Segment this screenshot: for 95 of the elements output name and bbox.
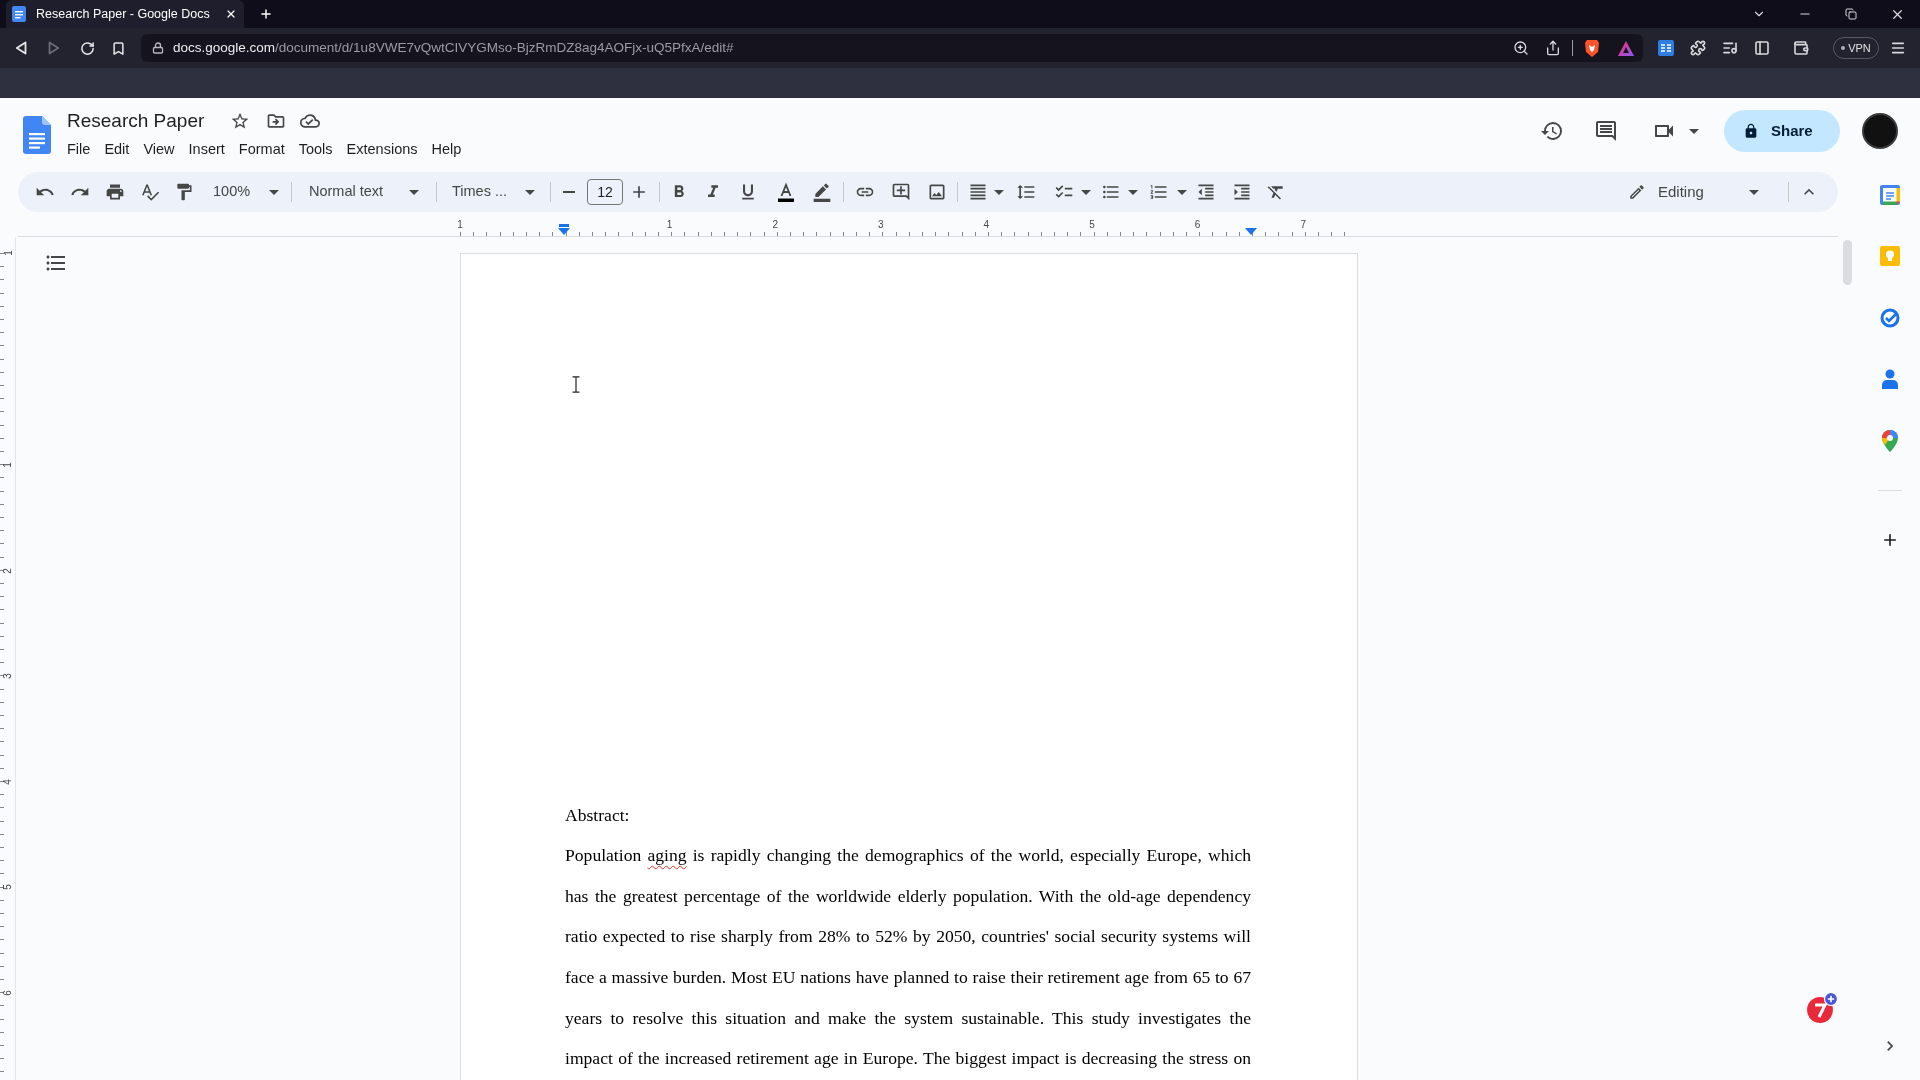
indent-decrease-icon (1196, 182, 1216, 202)
ruler-number: 4 (1, 779, 14, 785)
ruler-number: 2 (1, 567, 14, 574)
align-icon (968, 182, 988, 202)
section-heading: Abstract: (565, 803, 631, 827)
font-size-field[interactable]: 12 (587, 179, 623, 205)
print-icon (105, 182, 125, 202)
menu-item[interactable]: Format (231, 138, 292, 162)
cloud-icon[interactable] (300, 111, 321, 131)
playlist-icon[interactable] (1722, 40, 1738, 56)
document-logo-icon[interactable] (23, 116, 51, 154)
menu-item[interactable]: View (136, 138, 182, 162)
caret-icon (1081, 189, 1091, 195)
caret-icon (994, 189, 1004, 195)
ruler-number: 2 (771, 218, 779, 231)
image-icon (927, 182, 947, 202)
paint-roller-icon (174, 182, 194, 202)
address-field[interactable]: docs.google.com/document/d/1u8VWE7vQwtCIVYGMso-BjzRmDZ8ag4AOFjx-uQ5PfxA/edit# (141, 34, 1643, 62)
wallet-icon[interactable] (1793, 40, 1809, 56)
person-icon[interactable] (1882, 369, 1898, 389)
text-cursor-icon (572, 376, 580, 393)
sidebar-icon[interactable] (1754, 40, 1770, 56)
font-dropdown[interactable]: Times ... (444, 178, 539, 206)
triangle-icon[interactable] (1618, 40, 1634, 56)
numbered-list-icon (1149, 182, 1169, 202)
ruler-number: 5 (1088, 218, 1096, 231)
caret-icon (269, 189, 279, 195)
abstract-paragraph: Population aging is rapidly changing the demographics of the world, especially Europe, which has the greatest percentage of the worldwide elderly population. With the old-age dependency ratio expected to rise sharply from 28% to 52% by 2050, countries' social security systems will face a massive burden. Most EU nations have planned to raise their retirement age from 65 to 67 years to resolve this situation and make the system sustainable. This study investigates the impact of the increased retirement age in Europe. The biggest impact is decreasing the stress on (565, 844, 1251, 1071)
ruler-number: 1 (665, 218, 674, 231)
browser-tab[interactable]: Research Paper - Google Docs (6, 0, 244, 28)
folder-icon[interactable] (266, 111, 287, 131)
caret-icon (1177, 189, 1187, 195)
indent-marker-icon[interactable] (558, 224, 570, 235)
forward-arrow-icon (48, 41, 60, 55)
menu-item[interactable]: Insert (181, 138, 232, 162)
scrollbar-thumb[interactable] (1843, 240, 1852, 285)
text-color-icon (776, 182, 796, 202)
document-title[interactable]: Research Paper (67, 106, 205, 136)
task-check-icon[interactable] (1880, 308, 1900, 328)
caret-icon (1689, 128, 1699, 134)
caret-icon (525, 189, 535, 195)
map-pin-icon[interactable] (1882, 430, 1898, 452)
history-icon (1540, 119, 1564, 143)
avatar[interactable] (1862, 113, 1898, 149)
lock-icon (152, 42, 164, 54)
style-dropdown[interactable]: Normal text (301, 178, 424, 206)
ruler-number: 1 (1, 462, 14, 468)
line-spacing-icon (1016, 182, 1036, 202)
lock-icon (1743, 123, 1759, 139)
pencil-icon (1628, 183, 1646, 201)
menu-item[interactable]: Help (424, 138, 469, 162)
menu-item[interactable]: Extensions (339, 138, 425, 162)
add-icon[interactable] (1881, 531, 1899, 549)
close-icon[interactable] (225, 8, 237, 20)
caret-icon (409, 189, 419, 195)
new-tab-icon[interactable] (259, 7, 273, 21)
zoom-icon[interactable] (1513, 40, 1529, 56)
ruler-number: 1 (456, 218, 464, 231)
comment-icon (1594, 119, 1618, 143)
ruler-number: 6 (1, 990, 14, 996)
indent-increase-icon (1232, 182, 1252, 202)
dot-icon (1841, 46, 1846, 50)
calendar-icon[interactable] (1880, 185, 1900, 205)
share-icon[interactable] (1545, 40, 1561, 56)
minus-icon (563, 191, 575, 193)
ruler-number: 6 (1193, 218, 1202, 231)
restore-icon (1845, 8, 1857, 20)
ruler-number: 5 (1, 884, 14, 891)
highlighter-icon (812, 182, 832, 202)
ruler-number: 1 (1, 250, 14, 256)
menu-item[interactable]: Tools (291, 138, 340, 162)
document-favicon-icon (12, 6, 26, 22)
spellcheck-icon (140, 182, 160, 202)
share-button[interactable]: Share (1724, 110, 1840, 152)
grid-tile-icon[interactable] (1658, 40, 1674, 56)
back-arrow-icon (15, 41, 27, 55)
reload-icon (79, 40, 95, 56)
menu-icon[interactable] (1890, 40, 1906, 56)
ruler-number: 3 (1, 673, 14, 679)
editing-mode-dropdown[interactable]: Editing (1625, 178, 1766, 206)
round-badge-icon[interactable] (1806, 992, 1838, 1024)
url-text: docs.google.com/document/d/1u8VWE7vQwtCIVYGMso-BjzRmDZ8ag4AOFjx-uQ5PfxA/edit# (173, 38, 734, 57)
puzzle-icon[interactable] (1690, 40, 1706, 56)
zoom-dropdown[interactable]: 100% (205, 178, 287, 206)
menu-item[interactable]: Edit (97, 138, 137, 162)
add-comment-icon (891, 182, 911, 202)
ruler-number: 4 (982, 218, 991, 231)
caret-icon (1749, 189, 1759, 195)
ruler-number: 3 (877, 218, 885, 231)
shield-icon[interactable] (1584, 39, 1600, 57)
bookmark-icon (110, 40, 126, 56)
ruler-number: 7 (1299, 218, 1307, 231)
caret-icon (1128, 189, 1138, 195)
indent-marker-icon[interactable] (1245, 228, 1257, 235)
menu-item[interactable]: File (60, 138, 98, 162)
